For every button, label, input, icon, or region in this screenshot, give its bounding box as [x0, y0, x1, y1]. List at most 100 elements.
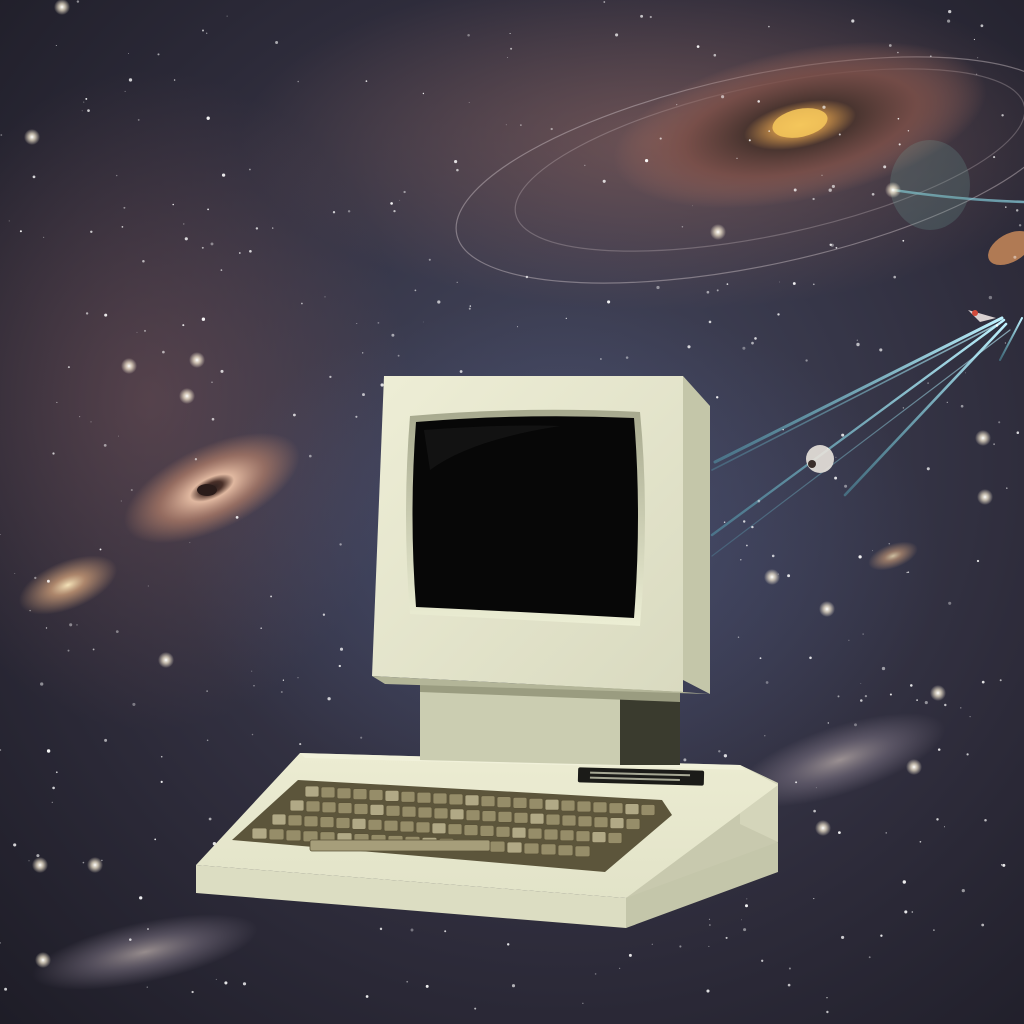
keyboard-key[interactable] [415, 821, 431, 834]
star-icon [332, 211, 336, 214]
keyboard-key[interactable] [399, 820, 415, 833]
keyboard-key[interactable] [480, 795, 496, 808]
keyboard-key[interactable] [481, 810, 497, 822]
keyboard-key[interactable] [529, 812, 545, 825]
keyboard-key[interactable] [449, 808, 465, 821]
keyboard-key[interactable] [557, 844, 574, 857]
keyboard-key[interactable] [432, 792, 448, 805]
keyboard-key[interactable] [384, 790, 400, 802]
keyboard-key[interactable] [401, 805, 417, 818]
keyboard-key[interactable] [593, 816, 609, 829]
keyboard-key[interactable] [528, 797, 544, 810]
keyboard-key[interactable] [576, 800, 592, 813]
star-icon [1005, 206, 1007, 208]
keyboard-key[interactable] [305, 800, 321, 813]
star-icon [322, 613, 326, 616]
keyboard-key[interactable] [319, 816, 335, 828]
spacebar-key[interactable] [309, 839, 491, 852]
keyboard-key[interactable] [289, 799, 305, 812]
keyboard-key[interactable] [447, 823, 463, 836]
keyboard-key[interactable] [385, 804, 401, 817]
star-icon [297, 677, 299, 679]
keyboard-key[interactable] [545, 813, 561, 826]
keyboard-key[interactable] [574, 845, 591, 858]
bright-star-icon [179, 388, 195, 404]
bright-star-icon [930, 685, 946, 701]
keyboard-key[interactable] [513, 811, 529, 824]
keyboard-key[interactable] [543, 828, 559, 841]
keyboard-key[interactable] [544, 798, 560, 811]
keyboard-key[interactable] [523, 842, 540, 855]
keyboard-key[interactable] [335, 817, 351, 829]
keyboard-key[interactable] [304, 785, 320, 798]
keyboard-key[interactable] [575, 830, 591, 843]
keyboard-key[interactable] [353, 803, 369, 815]
star-icon [924, 701, 928, 705]
keyboard-key[interactable] [336, 787, 352, 800]
star-icon [897, 51, 899, 54]
star-icon [708, 945, 710, 947]
keyboard-key[interactable] [251, 827, 268, 840]
keyboard-key[interactable] [489, 840, 506, 853]
star-icon [40, 682, 44, 686]
star-icon [659, 137, 662, 140]
keyboard-key[interactable] [609, 817, 625, 829]
keyboard-key[interactable] [416, 791, 432, 804]
keyboard-key[interactable] [625, 818, 641, 830]
keyboard-key[interactable] [465, 809, 481, 822]
keyboard-key[interactable] [303, 815, 319, 828]
star-icon [607, 300, 611, 304]
keyboard-key[interactable] [369, 804, 385, 816]
keyboard-key[interactable] [592, 801, 608, 814]
star-icon [362, 352, 364, 354]
keyboard-key[interactable] [512, 797, 528, 809]
keyboard-key[interactable] [351, 818, 367, 830]
keyboard-key[interactable] [527, 827, 543, 840]
star-icon [29, 609, 31, 612]
keyboard-key[interactable] [285, 829, 302, 842]
keyboard-key[interactable] [287, 814, 303, 827]
keyboard-key[interactable] [479, 825, 495, 837]
keyboard-key[interactable] [433, 807, 449, 820]
keyboard-key[interactable] [608, 802, 624, 815]
star-icon [55, 44, 57, 47]
keyboard-key[interactable] [560, 799, 576, 812]
keyboard-key[interactable] [511, 826, 527, 839]
keyboard-key[interactable] [591, 831, 607, 843]
keyboard-key[interactable] [321, 801, 337, 814]
keyboard-key[interactable] [271, 813, 287, 826]
keyboard-key[interactable] [463, 824, 479, 836]
star-icon [76, 624, 78, 626]
keyboard-key[interactable] [368, 789, 384, 801]
keyboard-key[interactable] [400, 790, 416, 803]
star-icon [437, 300, 441, 304]
keyboard-key[interactable] [497, 811, 513, 823]
keyboard-key[interactable] [540, 843, 557, 856]
keyboard-key[interactable] [561, 814, 577, 827]
keyboard-key[interactable] [607, 832, 623, 844]
keyboard-key[interactable] [417, 806, 433, 819]
star-icon [1001, 114, 1004, 117]
keyboard-key[interactable] [577, 815, 593, 828]
keyboard-key[interactable] [495, 825, 511, 838]
keyboard-key[interactable] [624, 803, 640, 815]
star-icon [83, 101, 85, 103]
star-icon [871, 192, 875, 196]
keyboard-key[interactable] [640, 804, 656, 816]
keyboard-key[interactable] [559, 829, 575, 842]
keyboard-key[interactable] [383, 819, 399, 832]
keyboard-key[interactable] [496, 796, 512, 808]
planet-glow [890, 140, 970, 230]
keyboard-key[interactable] [320, 786, 336, 799]
keyboard-key[interactable] [431, 822, 447, 835]
keyboard-key[interactable] [464, 794, 480, 807]
star-icon [136, 331, 138, 333]
star-icon [821, 174, 823, 176]
star-icon [456, 281, 458, 283]
keyboard-key[interactable] [448, 793, 464, 806]
keyboard-key[interactable] [506, 841, 523, 854]
keyboard-key[interactable] [337, 802, 353, 814]
keyboard-key[interactable] [268, 828, 285, 841]
keyboard-key[interactable] [352, 788, 368, 800]
keyboard-key[interactable] [367, 818, 383, 831]
